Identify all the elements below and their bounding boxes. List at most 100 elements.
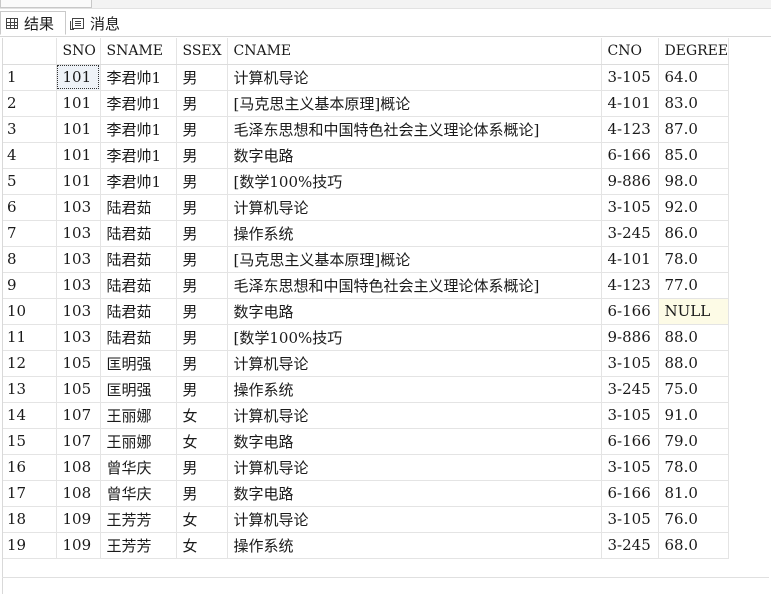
grid-cell[interactable]: 曾华庆 <box>100 480 177 507</box>
grid-cell[interactable]: 3-105 <box>601 402 659 429</box>
grid-cell[interactable]: 计算机导论 <box>227 64 602 91</box>
grid-cell[interactable]: 数字电路 <box>227 298 602 325</box>
table-row[interactable]: 18 109 王芳芳女计算机导论 3-105 76.0 <box>3 506 730 533</box>
grid-cell[interactable]: 3-245 <box>601 376 659 403</box>
grid-cell[interactable]: 陆君茹 <box>100 246 177 273</box>
row-number-cell[interactable]: 17 <box>3 480 57 507</box>
table-row[interactable]: 8 103 陆君茹男 [马克思主义基本原理]概论 4-101 78.0 <box>3 246 730 273</box>
table-row[interactable]: 15 107 王丽娜女数字电路 6-166 79.0 <box>3 428 730 455</box>
grid-cell[interactable]: 101 <box>56 90 101 117</box>
grid-cell[interactable]: 3-245 <box>601 220 659 247</box>
grid-cell[interactable]: 男 <box>176 246 228 273</box>
grid-cell[interactable]: 陆君茹 <box>100 194 177 221</box>
table-row[interactable]: 9 103 陆君茹男毛泽东思想和中国特色社会主义理论体系概论] 4-123 77.0 <box>3 272 730 299</box>
grid-cell[interactable]: 108 <box>56 480 101 507</box>
grid-cell[interactable]: 女 <box>176 402 228 429</box>
grid-cell[interactable]: 男 <box>176 142 228 169</box>
grid-cell[interactable]: 98.0 <box>658 168 730 195</box>
grid-cell[interactable]: 李君帅1 <box>100 90 177 117</box>
grid-cell[interactable]: [数学100%技巧 <box>227 168 602 195</box>
grid-cell[interactable]: 4-101 <box>601 246 659 273</box>
table-row[interactable]: 19 109 王芳芳女操作系统 3-245 68.0 <box>3 532 730 559</box>
table-row[interactable]: 4 101 李君帅1 男数字电路 6-166 85.0 <box>3 142 730 169</box>
grid-cell[interactable]: 计算机导论 <box>227 350 602 377</box>
table-row[interactable]: 11 103 陆君茹男 [数学100%技巧 9-886 88.0 <box>3 324 730 351</box>
grid-cell[interactable]: 108 <box>56 454 101 481</box>
grid-cell[interactable]: 6-166 <box>601 428 659 455</box>
editor-zoom-box[interactable] <box>0 0 92 8</box>
grid-cell[interactable]: 数字电路 <box>227 480 602 507</box>
grid-cell[interactable]: 103 <box>56 220 101 247</box>
row-number-header[interactable] <box>3 38 57 65</box>
grid-cell[interactable]: 6-166 <box>601 142 659 169</box>
column-header[interactable]: CNAME <box>227 38 602 65</box>
grid-cell[interactable]: [马克思主义基本原理]概论 <box>227 90 602 117</box>
grid-cell[interactable]: 李君帅1 <box>100 116 177 143</box>
grid-cell[interactable]: 男 <box>176 350 228 377</box>
grid-cell[interactable]: 64.0 <box>658 64 730 91</box>
grid-cell[interactable]: 88.0 <box>658 324 730 351</box>
row-number-cell[interactable]: 10 <box>3 298 57 325</box>
grid-cell[interactable]: 男 <box>176 454 228 481</box>
grid-cell[interactable]: 王丽娜 <box>100 402 177 429</box>
table-row[interactable]: 7 103 陆君茹男操作系统 3-245 86.0 <box>3 220 730 247</box>
grid-cell[interactable]: 男 <box>176 90 228 117</box>
grid-cell[interactable]: 103 <box>56 272 101 299</box>
grid-cell[interactable]: 曾华庆 <box>100 454 177 481</box>
grid-cell[interactable]: 83.0 <box>658 90 730 117</box>
grid-cell[interactable]: 105 <box>56 350 101 377</box>
row-number-cell[interactable]: 7 <box>3 220 57 247</box>
column-header[interactable]: DEGREE <box>658 38 730 65</box>
grid-cell[interactable]: 计算机导论 <box>227 402 602 429</box>
grid-cell[interactable]: 3-105 <box>601 506 659 533</box>
row-number-cell[interactable]: 9 <box>3 272 57 299</box>
grid-cell[interactable]: 陆君茹 <box>100 298 177 325</box>
grid-cell[interactable]: 操作系统 <box>227 532 602 559</box>
grid-cell[interactable]: 操作系统 <box>227 376 602 403</box>
grid-cell[interactable]: 85.0 <box>658 142 730 169</box>
row-number-cell[interactable]: 18 <box>3 506 57 533</box>
grid-cell[interactable]: 王芳芳 <box>100 532 177 559</box>
grid-cell[interactable]: 6-166 <box>601 480 659 507</box>
grid-cell[interactable]: 76.0 <box>658 506 730 533</box>
grid-cell[interactable]: [马克思主义基本原理]概论 <box>227 246 602 273</box>
column-header[interactable]: SNO <box>56 38 101 65</box>
grid-cell[interactable]: 男 <box>176 324 228 351</box>
table-row[interactable]: 13 105 匡明强男操作系统 3-245 75.0 <box>3 376 730 403</box>
grid-cell[interactable]: 109 <box>56 532 101 559</box>
grid-cell[interactable]: 男 <box>176 64 228 91</box>
grid-cell[interactable]: 李君帅1 <box>100 168 177 195</box>
grid-cell[interactable]: 数字电路 <box>227 142 602 169</box>
grid-cell[interactable]: 3-245 <box>601 532 659 559</box>
grid-cell[interactable]: 匡明强 <box>100 350 177 377</box>
tab-results[interactable]: 结果 <box>0 11 66 35</box>
table-row[interactable]: 6 103 陆君茹男计算机导论 3-105 92.0 <box>3 194 730 221</box>
grid-cell[interactable]: 77.0 <box>658 272 730 299</box>
grid-cell[interactable]: 女 <box>176 506 228 533</box>
row-number-cell[interactable]: 5 <box>3 168 57 195</box>
grid-cell[interactable]: 匡明强 <box>100 376 177 403</box>
grid-cell[interactable]: 75.0 <box>658 376 730 403</box>
row-number-cell[interactable]: 13 <box>3 376 57 403</box>
grid-cell[interactable]: 87.0 <box>658 116 730 143</box>
grid-cell[interactable]: 男 <box>176 168 228 195</box>
grid-cell[interactable]: 101 <box>56 142 101 169</box>
grid-cell[interactable]: 81.0 <box>658 480 730 507</box>
grid-cell[interactable]: 6-166 <box>601 298 659 325</box>
grid-cell[interactable]: 91.0 <box>658 402 730 429</box>
column-header[interactable]: SSEX <box>176 38 228 65</box>
table-row[interactable]: 12 105 匡明强男计算机导论 3-105 88.0 <box>3 350 730 377</box>
tab-messages[interactable]: 消息 <box>67 11 131 35</box>
grid-cell[interactable]: 101 <box>56 116 101 143</box>
grid-cell[interactable]: 毛泽东思想和中国特色社会主义理论体系概论] <box>227 272 602 299</box>
table-row[interactable]: 2 101 李君帅1 男 [马克思主义基本原理]概论 4-101 83.0 <box>3 90 730 117</box>
grid-cell[interactable]: 女 <box>176 532 228 559</box>
table-row[interactable]: 3 101 李君帅1 男毛泽东思想和中国特色社会主义理论体系概论] 4-123 87.0 <box>3 116 730 143</box>
grid-cell[interactable]: 78.0 <box>658 454 730 481</box>
grid-cell[interactable]: 王芳芳 <box>100 506 177 533</box>
grid-cell[interactable]: 男 <box>176 272 228 299</box>
grid-cell[interactable]: 3-105 <box>601 194 659 221</box>
grid-cell[interactable]: 4-101 <box>601 90 659 117</box>
table-row[interactable]: 10 103 陆君茹男数字电路 6-166 NULL <box>3 298 730 325</box>
table-row[interactable]: 5 101 李君帅1 男 [数学100%技巧 9-886 98.0 <box>3 168 730 195</box>
